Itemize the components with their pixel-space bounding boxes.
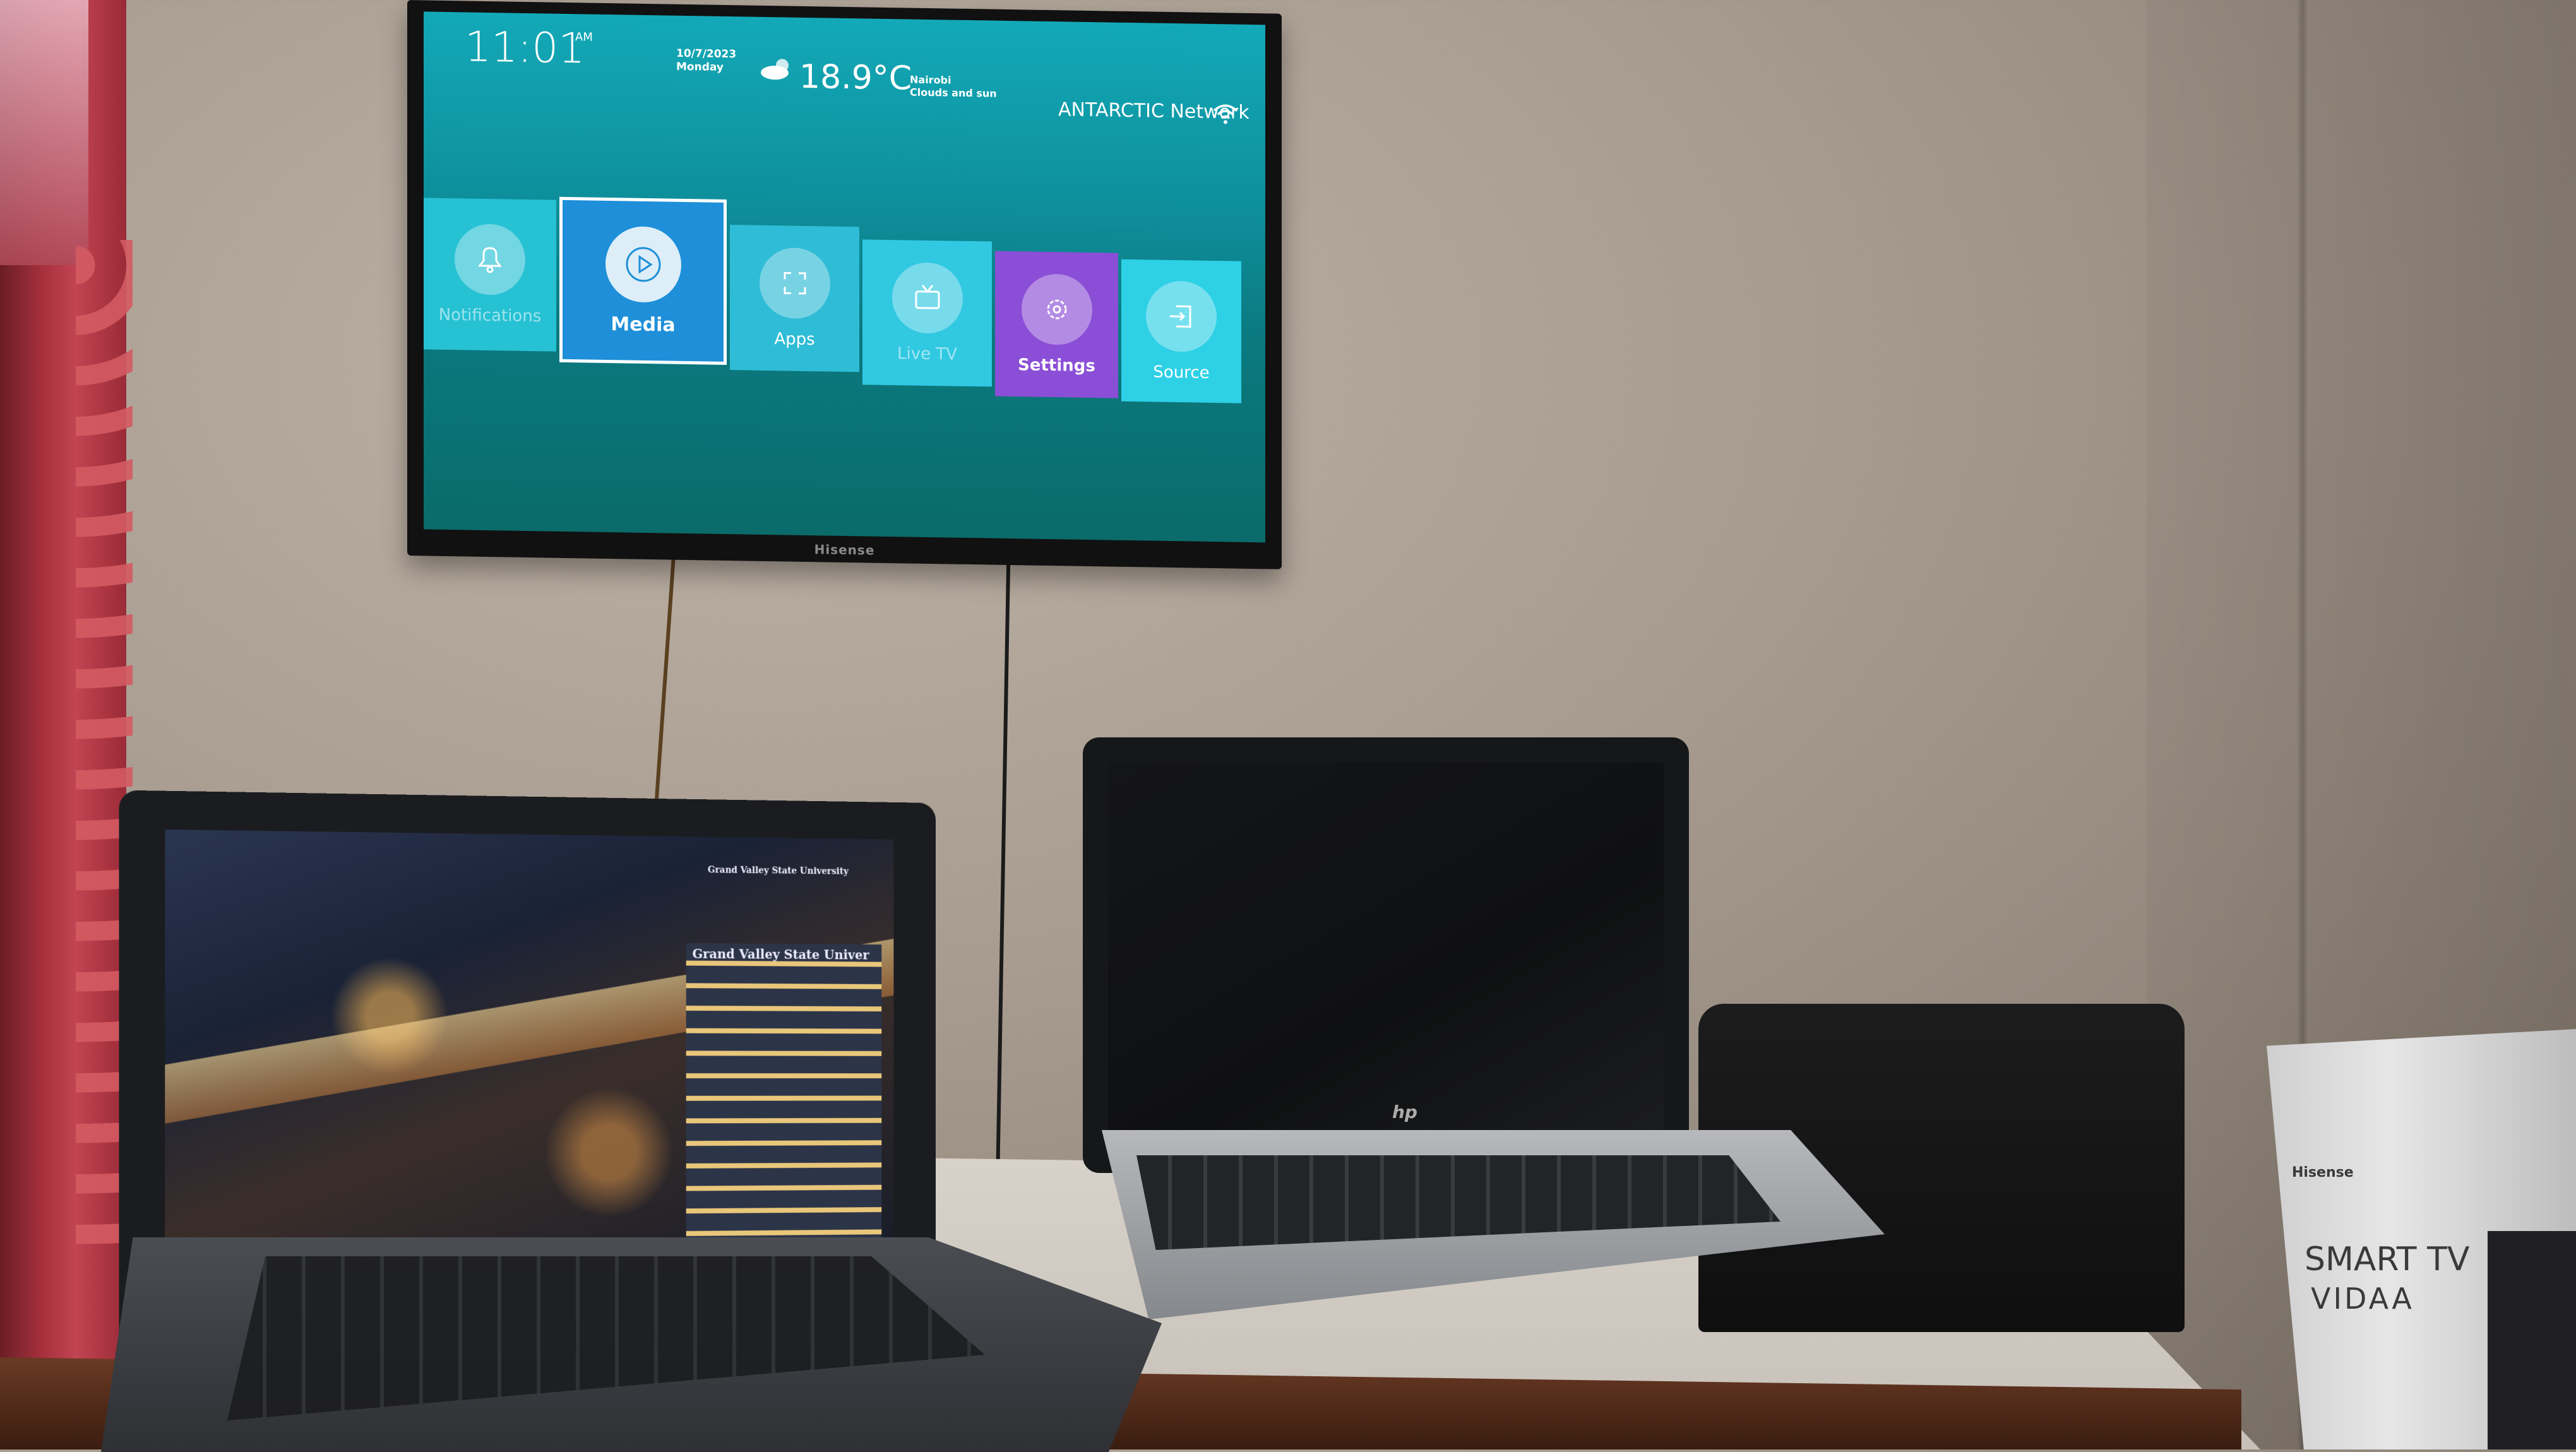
date-text: 10/7/2023: [676, 47, 737, 61]
tile-live-tv[interactable]: Live TV: [862, 239, 992, 387]
tile-label: Media: [611, 312, 676, 336]
tile-label: Notifications: [438, 305, 542, 326]
tv-box-panel: [2488, 1231, 2576, 1449]
clock-time: 11:01: [465, 22, 585, 73]
bell-icon: [455, 223, 525, 295]
source-icon: [1146, 280, 1217, 352]
tile-label: Live TV: [897, 344, 958, 364]
tile-apps[interactable]: Apps: [730, 225, 859, 372]
apps-icon: [759, 247, 830, 319]
left-laptop-screen: Grand Valley State University Grand Vall…: [165, 829, 894, 1294]
home-menu: Notifications Media Apps Live TV Setting…: [424, 196, 1265, 419]
play-icon: [605, 225, 681, 303]
box-vidaa: VIDAA: [2311, 1282, 2414, 1316]
tv-cable-right: [994, 559, 1011, 1228]
wallpaper-sign: Grand Valley State University: [707, 865, 849, 877]
tile-notifications[interactable]: Notifications: [424, 198, 556, 352]
tv-cable-left: [654, 556, 676, 808]
tile-settings[interactable]: Settings: [995, 251, 1118, 398]
temperature: 18.9°C: [799, 57, 912, 98]
tile-label: Settings: [1018, 355, 1095, 376]
right-laptop-hp-logo: hp: [1392, 1102, 1417, 1122]
cloud-sun-icon: [761, 59, 789, 80]
tile-media[interactable]: Media: [559, 196, 727, 365]
weather-location: Nairobi Clouds and sun: [910, 74, 997, 100]
clock-ampm: AM: [575, 30, 593, 44]
curtain-top: [0, 0, 88, 265]
right-laptop-lid: [1083, 737, 1689, 1173]
box-smart-tv: SMART TV: [2305, 1241, 2470, 1278]
condition-text: Clouds and sun: [910, 86, 997, 100]
tile-source[interactable]: Source: [1121, 259, 1241, 403]
date-block: 10/7/2023 Monday: [676, 47, 736, 74]
gear-icon: [1021, 273, 1092, 346]
wifi-icon: [1213, 104, 1238, 124]
tv-icon: [891, 262, 963, 334]
location-text: Nairobi: [910, 73, 951, 86]
tile-label: Apps: [774, 330, 815, 350]
weekday-text: Monday: [676, 60, 724, 74]
wallpaper-sign: Grand Valley State Univer: [692, 946, 869, 963]
television: 11:01 AM 10/7/2023 Monday 18.9°C Nairobi…: [407, 0, 1282, 569]
box-brand: Hisense: [2292, 1165, 2354, 1181]
right-laptop-screen: [1108, 763, 1664, 1135]
wallpaper-building: [686, 943, 882, 1269]
tile-label: Source: [1153, 362, 1210, 383]
tv-screen: 11:01 AM 10/7/2023 Monday 18.9°C Nairobi…: [424, 11, 1265, 543]
